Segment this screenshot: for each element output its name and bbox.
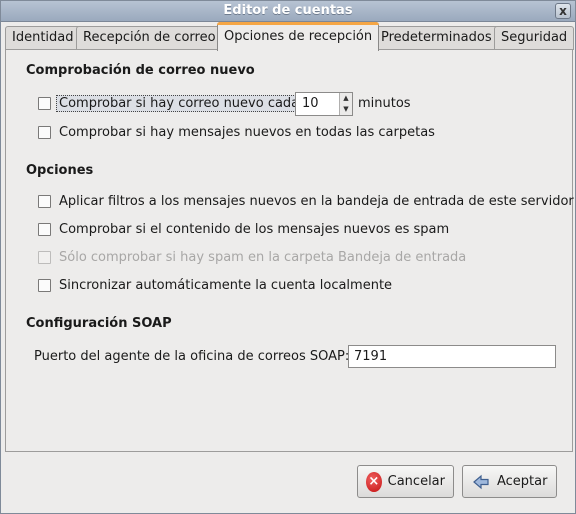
accept-button-label: Aceptar (497, 474, 548, 489)
sync-local-checkbox-row[interactable]: Sincronizar automáticamente la cuenta lo… (38, 276, 392, 294)
close-icon[interactable]: x (555, 3, 571, 19)
accept-arrow-icon (471, 472, 491, 492)
options-panel: Comprobación de correo nuevo Comprobar s… (5, 49, 574, 452)
tab-bar: Identidad Recepción de correo Opciones d… (5, 22, 575, 51)
inbox-spam-only-label: Sólo comprobar si hay spam en la carpeta… (59, 249, 467, 265)
tab-identidad[interactable]: Identidad (5, 26, 81, 50)
spin-down-icon[interactable]: ▼ (340, 104, 352, 115)
interval-spinbutton[interactable]: 10 ▲ ▼ (295, 92, 353, 116)
soap-section-title: Configuración SOAP (26, 316, 172, 331)
all-folders-checkbox-row[interactable]: Comprobar si hay mensajes nuevos en toda… (38, 123, 435, 141)
check-every-checkbox-row[interactable]: Comprobar si hay correo nuevo cada (38, 94, 303, 112)
check-every-checkbox[interactable] (38, 96, 51, 110)
check-spam-checkbox[interactable] (38, 222, 51, 236)
interval-value[interactable]: 10 (302, 96, 319, 111)
account-editor-window: Editor de cuentas x Identidad Recepción … (0, 0, 576, 514)
tab-opciones-de-recepcion[interactable]: Opciones de recepción (217, 22, 380, 51)
tab-predeterminados[interactable]: Predeterminados (374, 26, 499, 50)
cancel-button-label: Cancelar (387, 474, 445, 489)
spin-up-icon[interactable]: ▲ (340, 93, 352, 104)
soap-port-input[interactable]: 7191 (348, 345, 556, 368)
all-folders-checkbox[interactable] (38, 125, 51, 139)
inbox-spam-only-checkbox-row: Sólo comprobar si hay spam en la carpeta… (38, 248, 466, 266)
inbox-spam-only-checkbox (38, 250, 51, 264)
soap-port-label: Puerto del agente de la oficina de corre… (34, 349, 350, 364)
accept-button[interactable]: Aceptar (462, 465, 557, 498)
check-spam-label[interactable]: Comprobar si el contenido de los mensaje… (59, 222, 449, 237)
tab-recepcion-de-correo[interactable]: Recepción de correo (76, 26, 223, 50)
window-title: Editor de cuentas (223, 3, 353, 18)
check-spam-checkbox-row[interactable]: Comprobar si el contenido de los mensaje… (38, 220, 449, 238)
apply-filters-checkbox-row[interactable]: Aplicar filtros a los mensajes nuevos en… (38, 192, 574, 210)
spin-arrows[interactable]: ▲ ▼ (339, 93, 352, 115)
sync-local-label[interactable]: Sincronizar automáticamente la cuenta lo… (59, 278, 392, 293)
cancel-button[interactable]: × Cancelar (357, 465, 454, 498)
apply-filters-checkbox[interactable] (38, 194, 51, 208)
title-bar: Editor de cuentas x (1, 1, 575, 22)
sync-local-checkbox[interactable] (38, 278, 51, 292)
cancel-icon: × (366, 471, 382, 492)
options-section-title: Opciones (26, 163, 94, 178)
all-folders-label[interactable]: Comprobar si hay mensajes nuevos en toda… (59, 125, 435, 140)
new-mail-section-title: Comprobación de correo nuevo (26, 63, 255, 78)
check-every-label[interactable]: Comprobar si hay correo nuevo cada (56, 94, 303, 112)
minutes-label: minutos (358, 96, 411, 111)
tab-seguridad[interactable]: Seguridad (494, 26, 575, 50)
apply-filters-label[interactable]: Aplicar filtros a los mensajes nuevos en… (59, 194, 574, 209)
